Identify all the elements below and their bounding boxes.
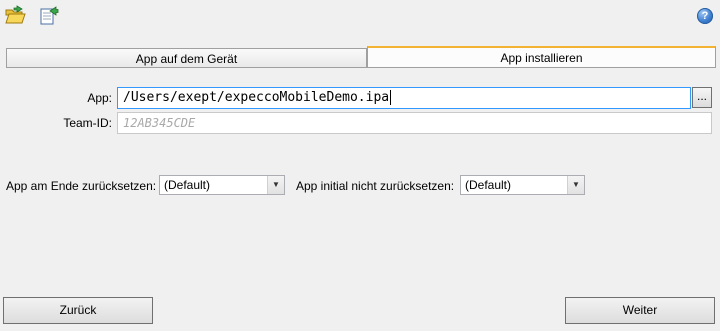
tab-divider <box>6 67 716 68</box>
reset-at-end-value: (Default) <box>164 178 211 192</box>
tab-app-on-device[interactable]: App auf dem Gerät <box>6 48 367 68</box>
folder-open-icon <box>5 5 26 24</box>
chevron-down-icon: ▼ <box>567 176 584 194</box>
app-label: App: <box>87 91 112 105</box>
back-button[interactable]: Zurück <box>3 297 153 324</box>
team-id-label: Team-ID: <box>63 116 112 130</box>
tab-install-app[interactable]: App installieren <box>367 46 716 67</box>
reset-at-end-label: App am Ende zurücksetzen: <box>6 179 157 193</box>
help-icon[interactable]: ? <box>697 8 713 24</box>
app-path-value: /Users/exept/expeccoMobileDemo.ipa <box>123 90 390 105</box>
document-export-icon <box>40 6 59 25</box>
chevron-down-icon: ▼ <box>267 176 284 194</box>
reset-at-end-select[interactable]: (Default) ▼ <box>159 175 285 195</box>
open-folder-button[interactable] <box>4 4 26 26</box>
export-button[interactable] <box>38 4 60 26</box>
no-initial-reset-label: App initial nicht zurücksetzen: <box>296 179 455 193</box>
team-id-field[interactable]: 12AB345CDE <box>117 112 712 134</box>
no-initial-reset-select[interactable]: (Default) ▼ <box>460 175 585 195</box>
browse-button[interactable]: ... <box>692 87 712 108</box>
app-path-field[interactable]: /Users/exept/expeccoMobileDemo.ipa <box>117 87 691 109</box>
no-initial-reset-value: (Default) <box>465 178 512 192</box>
text-caret <box>390 90 392 105</box>
next-button[interactable]: Weiter <box>565 297 715 324</box>
